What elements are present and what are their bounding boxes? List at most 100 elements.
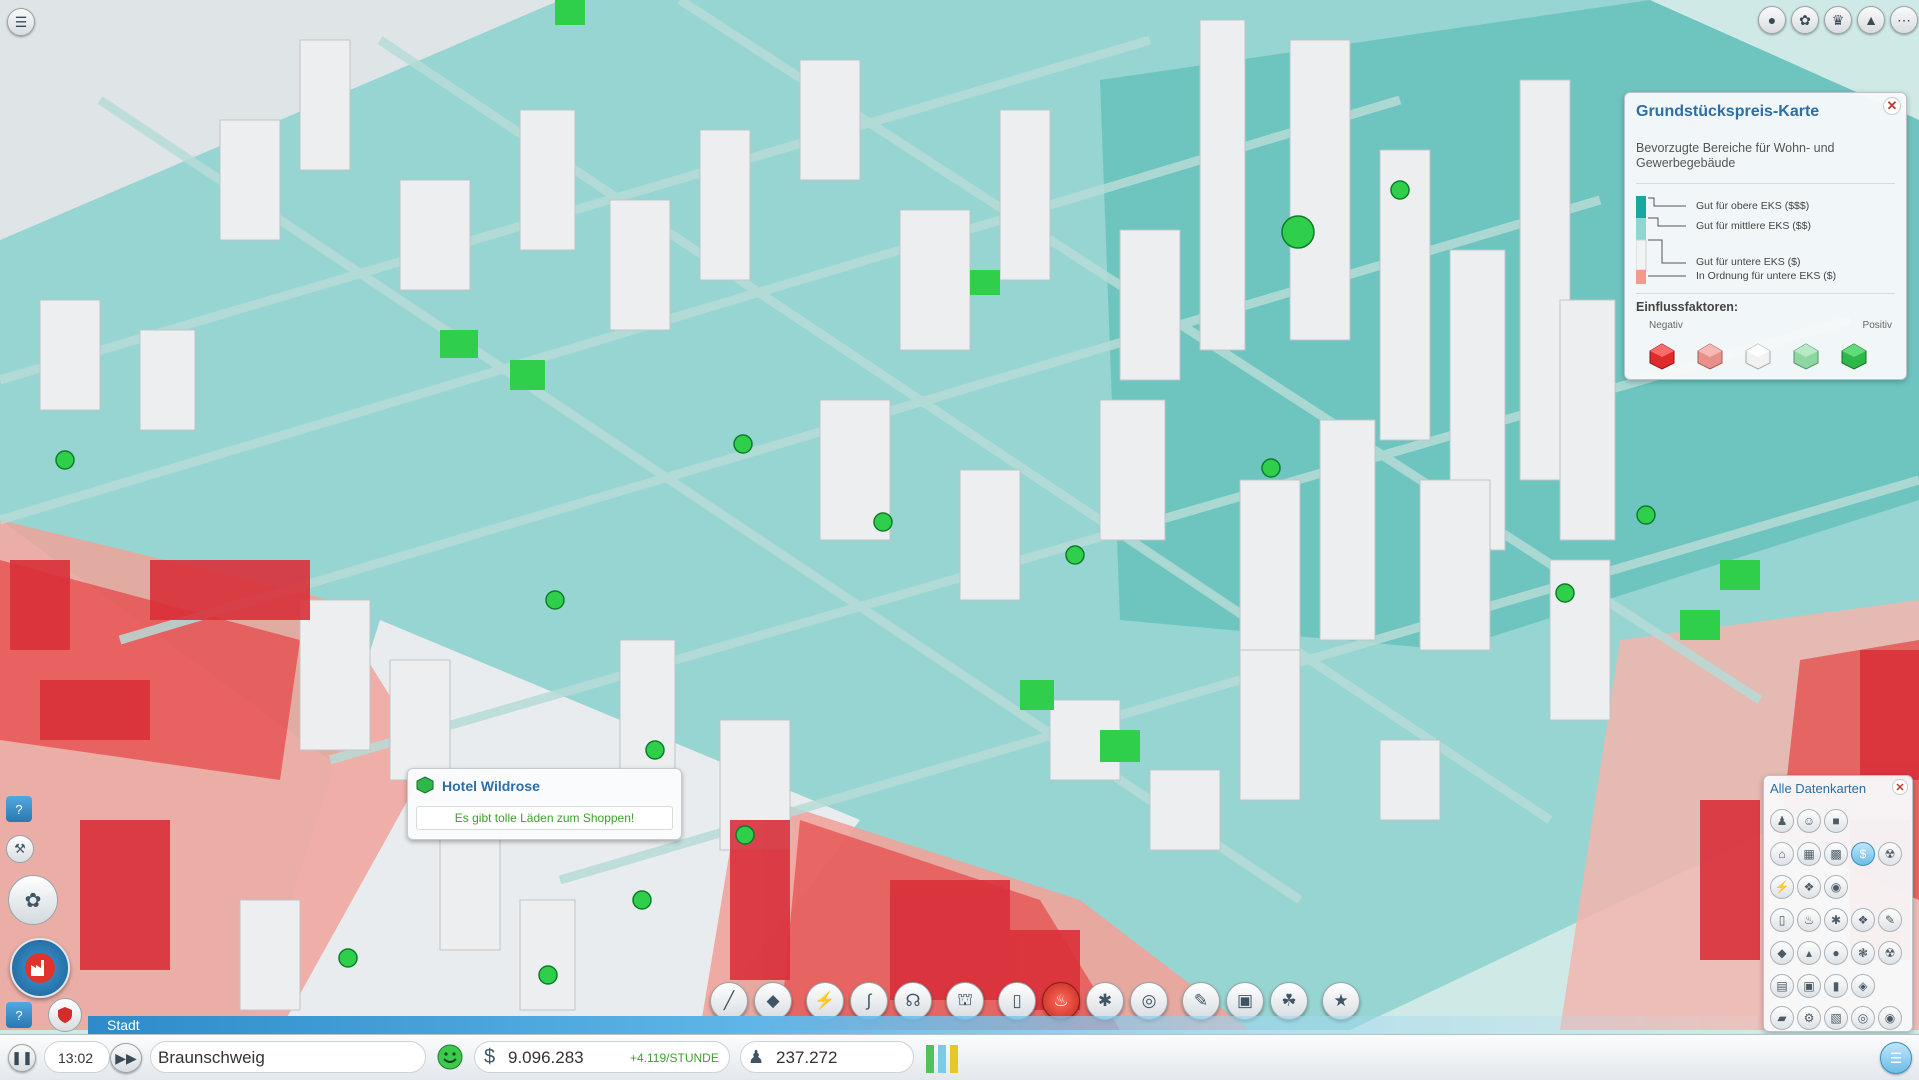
achievements-icon[interactable]: ● [1758,6,1786,34]
legend-label-low: Gut für untere EKS ($) [1696,256,1801,268]
garbage-icon[interactable]: ▯ [1770,908,1794,932]
transport-tool-icon[interactable]: ▣ [1226,982,1264,1020]
city-name[interactable]: Braunschweig [158,1035,265,1080]
building-message: Es gibt tolle Läden zum Shoppen! [416,806,673,830]
income-rate: +4.119/STUNDE [630,1050,719,1065]
zone-tool-icon[interactable]: ◆ [754,982,792,1020]
power-tool-icon[interactable]: ⚡ [806,982,844,1020]
factor-very-positive-icon [1841,343,1867,370]
factor-positive-icon [1793,343,1819,370]
land-value-icon[interactable]: $ [1851,842,1875,866]
health-tool-icon[interactable]: ✱ [1086,982,1124,1020]
building-name: Hotel Wildrose [442,778,540,794]
legend-label-high: Gut für obere EKS ($$$) [1696,200,1810,212]
garbage-tool-icon[interactable]: ▯ [998,982,1036,1020]
land-value-legend: Gut für obere EKS ($$$) Gut für mittlere… [1635,188,1896,298]
ore-icon[interactable]: ▴ [1797,941,1821,965]
fire-icon[interactable]: ♨ [1797,908,1821,932]
landmark-tool-icon[interactable]: ★ [1322,982,1360,1020]
info-tool-button[interactable]: ? [6,796,32,822]
close-icon[interactable]: ✕ [1883,97,1901,115]
legend-label-mid: Gut für mittlere EKS ($$) [1696,220,1811,232]
close-icon[interactable]: ✕ [1892,779,1908,795]
speed-icon[interactable]: ▶▶ [110,1043,142,1073]
bulldoze-tool-button[interactable]: ⚒ [6,835,34,863]
transit-icon[interactable]: ▤ [1770,974,1794,998]
water-icon[interactable]: ❖ [1797,875,1821,899]
wind-icon[interactable]: ❃ [1851,941,1875,965]
region-icon[interactable]: ✿ [1791,6,1819,34]
business-icon[interactable]: ■ [1824,809,1848,833]
education-tool-icon[interactable]: ✎ [1182,982,1220,1020]
legend-label-ok: In Ordnung für untere EKS ($) [1696,270,1837,282]
crime-icon[interactable]: ❖ [1851,908,1875,932]
help-tool-button[interactable]: ? [6,1002,32,1028]
train-icon[interactable]: ▮ [1824,974,1848,998]
game-time: 13:02 [58,1049,94,1066]
negative-label: Negativ [1649,320,1683,331]
police-tool-icon[interactable]: ◎ [1130,982,1168,1020]
oil-icon[interactable]: ● [1824,941,1848,965]
data-maps-icon[interactable]: ☰ [1880,1042,1912,1074]
divider [1636,183,1895,184]
industrial-demand-bar [950,1045,958,1073]
population-icon: ♟ [748,1047,765,1067]
panel-title: Grundstückspreis-Karte [1636,103,1820,120]
divider [1636,293,1895,294]
money-amount: 9.096.283 [508,1047,584,1067]
safety-tool-button[interactable] [48,998,82,1032]
factor-negative-icon [1697,343,1723,370]
pause-icon[interactable]: ❚❚ [8,1044,36,1072]
industry-icon[interactable]: ▩ [1824,842,1848,866]
mode-label: Stadt [107,1017,140,1033]
trophy-icon[interactable]: ♛ [1824,6,1852,34]
health-icon[interactable]: ✱ [1824,908,1848,932]
pollution-icon[interactable]: ☢ [1878,842,1902,866]
happiness-icon[interactable] [436,1043,464,1071]
building-tooltip: Hotel Wildrose Es gibt tolle Läden zum S… [407,768,682,840]
government-tool-icon[interactable]: ⛫ [946,982,984,1020]
fire-tool-icon[interactable]: ♨ [1042,982,1080,1020]
money-icon: $ [484,1046,496,1068]
car-icon[interactable]: ◈ [1851,974,1875,998]
disaster-icon[interactable]: ◎ [1851,1006,1875,1030]
factors-title: Einflussfaktoren: [1636,300,1739,314]
parks-tool-icon[interactable]: ☘ [1270,982,1308,1020]
factor-neutral-icon [1745,343,1771,370]
radiation-icon[interactable]: ☢ [1878,941,1902,965]
building-icon [416,776,434,794]
city-status-icon[interactable]: ▲ [1857,6,1885,34]
more-icon[interactable]: ⋯ [1890,6,1918,34]
gear-icon[interactable]: ⚙ [1797,1006,1821,1030]
status-bar: ❚❚ 13:02 ▶▶ Braunschweig $ 9.096.283 +4.… [0,1034,1919,1080]
legend-scale [1635,196,1686,284]
rci-demand-bars[interactable] [926,1043,972,1073]
population-count: 237.272 [776,1047,838,1067]
happiness-icon[interactable]: ☺ [1797,809,1821,833]
region-tool-button[interactable]: ✿ [8,875,58,925]
city-icon[interactable]: ▧ [1824,1006,1848,1030]
camera-icon[interactable]: ◉ [1878,1006,1902,1030]
residential-icon[interactable]: ⌂ [1770,842,1794,866]
coal-icon[interactable]: ◆ [1770,941,1794,965]
bus-icon[interactable]: ▣ [1797,974,1821,998]
data-maps-panel: Alle Datenkarten ✕ ♟ ☺ ■ ⌂ ▦ ▩ $ ☢ ⚡ ❖ ◉… [1763,775,1913,1032]
commercial-icon[interactable]: ▦ [1797,842,1821,866]
residential-demand-bar [926,1045,934,1073]
water-tool-icon[interactable]: ∫ [850,982,888,1020]
shield-icon [58,1007,72,1023]
education-icon[interactable]: ✎ [1878,908,1902,932]
ferry-icon[interactable]: ▰ [1770,1006,1794,1030]
specialization-button[interactable] [10,938,70,998]
road-tool-icon[interactable]: ╱ [710,982,748,1020]
panel-subtitle: Bevorzugte Bereiche für Wohn- und Gewerb… [1636,141,1835,170]
land-value-panel: Grundstückspreis-Karte ✕ Bevorzugte Bere… [1624,92,1907,380]
sewage-tool-icon[interactable]: ☊ [894,982,932,1020]
factor-very-negative-icon [1649,343,1675,370]
sewage-icon[interactable]: ◉ [1824,875,1848,899]
power-icon[interactable]: ⚡ [1770,875,1794,899]
commercial-demand-bar [938,1045,946,1073]
positive-label: Positiv [1862,320,1892,331]
citizens-icon[interactable]: ♟ [1770,809,1794,833]
chat-icon[interactable]: ☰ [7,8,35,36]
